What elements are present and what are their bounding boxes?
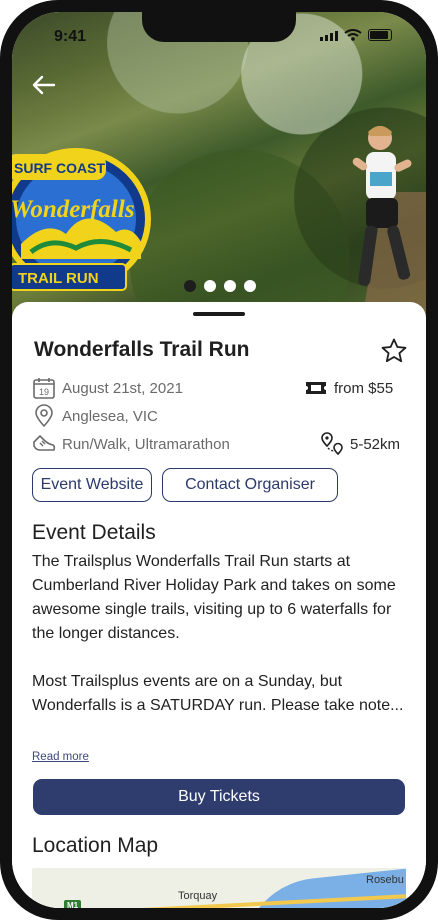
shoe-icon [33, 434, 56, 451]
map-road-badge: M1 [64, 900, 82, 908]
status-icons [320, 29, 392, 41]
event-date-row: 19 August 21st, 2021 [32, 376, 183, 400]
carousel-dot-3[interactable] [224, 280, 236, 292]
svg-text:19: 19 [39, 387, 49, 397]
logo-main-text: Wonderfalls [12, 196, 135, 223]
battery-icon [368, 29, 392, 41]
screen: SURF COAST Wonderfalls TRAIL RUN 9:41 Wo… [12, 12, 426, 908]
logo-bottom-text: TRAIL RUN [18, 270, 99, 287]
event-hero-image: SURF COAST Wonderfalls TRAIL RUN 9:41 [12, 12, 426, 322]
event-type-row: Run/Walk, Ultramarathon [32, 432, 230, 456]
event-description: The Trailsplus Wonderfalls Trail Run sta… [32, 553, 404, 714]
event-price-row: from $55 [304, 376, 393, 400]
event-details-heading: Event Details [32, 521, 156, 544]
signal-icon [320, 31, 338, 41]
event-logo: SURF COAST Wonderfalls TRAIL RUN [12, 148, 151, 291]
location-map[interactable]: M1 Torquay Rosebu [32, 868, 406, 908]
back-arrow-icon[interactable] [30, 72, 56, 98]
status-bar: 9:41 [12, 12, 426, 56]
buy-tickets-button[interactable]: Buy Tickets [33, 779, 405, 815]
route-icon [321, 432, 343, 456]
carousel-dot-2[interactable] [204, 280, 216, 292]
map-label-rosebud: Rosebu [366, 874, 404, 886]
event-website-button[interactable]: Event Website [32, 468, 152, 502]
carousel-indicator [184, 280, 256, 292]
location-map-heading: Location Map [32, 834, 159, 857]
phone-frame: SURF COAST Wonderfalls TRAIL RUN 9:41 Wo… [0, 0, 438, 920]
event-details-sheet: Wonderfalls Trail Run 19 August 21st, 20… [12, 302, 426, 908]
event-location-row: Anglesea, VIC [32, 404, 158, 428]
location-pin-icon [35, 404, 53, 428]
event-distance-row: 5-52km [320, 432, 400, 456]
status-time: 9:41 [54, 28, 87, 45]
ticket-icon [306, 382, 326, 394]
map-label-torquay: Torquay [178, 890, 218, 902]
event-distance: 5-52km [350, 435, 401, 453]
wifi-icon [344, 29, 362, 41]
favorite-star-icon[interactable] [380, 337, 408, 365]
carousel-dot-4[interactable] [244, 280, 256, 292]
read-more-link[interactable]: Read more [32, 751, 89, 763]
event-location: Anglesea, VIC [62, 407, 158, 425]
logo-top-text: SURF COAST [14, 160, 105, 176]
runner-figure [352, 126, 412, 286]
carousel-dot-1[interactable] [184, 280, 196, 292]
event-price: from $55 [334, 379, 394, 397]
notch [142, 12, 296, 42]
event-types: Run/Walk, Ultramarathon [62, 435, 230, 453]
sheet-handle[interactable] [193, 312, 245, 316]
event-title: Wonderfalls Trail Run [34, 338, 250, 361]
contact-organiser-button[interactable]: Contact Organiser [162, 468, 338, 502]
event-date: August 21st, 2021 [62, 379, 183, 397]
calendar-icon: 19 [33, 378, 55, 399]
